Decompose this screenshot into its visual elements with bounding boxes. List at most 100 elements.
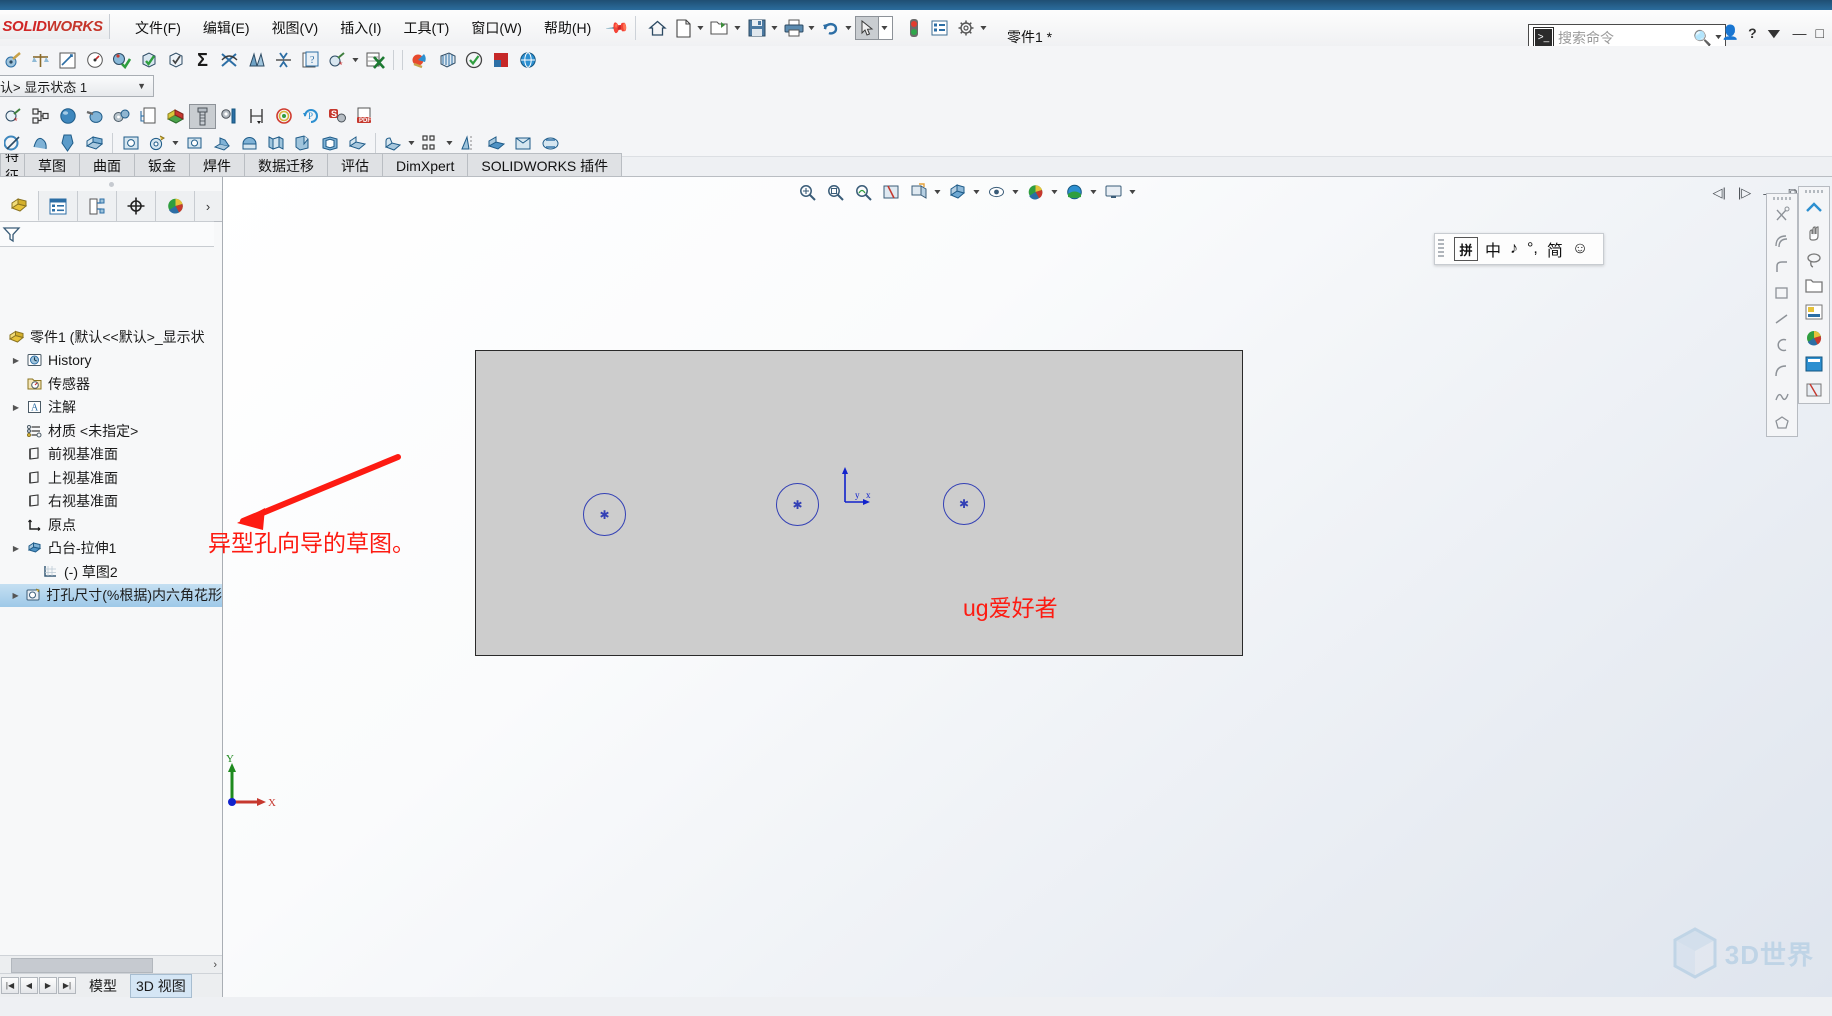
reference-geometry-icon[interactable] [483, 131, 510, 156]
new-document-icon[interactable] [670, 15, 696, 41]
tree-item-history[interactable]: ▶ History [0, 349, 222, 373]
collapse-icon[interactable] [1800, 195, 1828, 221]
graphics-area[interactable]: ▼ ▼ ▼ ▼ ▼ ▼ ◁| |▷ — [208, 177, 1832, 997]
tree-item-sensors[interactable]: 传感器 [0, 372, 222, 396]
photoview-icon[interactable]: P [297, 104, 324, 129]
chevron-down-icon[interactable]: ▼ [806, 25, 816, 32]
chevron-down-icon[interactable]: ▼ [444, 140, 454, 147]
pdf-export-icon[interactable]: PDF [351, 104, 378, 129]
deviation-analysis-icon[interactable] [216, 48, 243, 73]
thickness-analysis-icon[interactable] [270, 48, 297, 73]
chevron-down-icon[interactable]: ▼ [1088, 189, 1098, 196]
bottom-tab-3dview[interactable]: 3D 视图 [130, 973, 192, 998]
rebuild-status-icon[interactable] [901, 15, 927, 41]
chevron-right-icon[interactable]: › [195, 191, 221, 221]
scene-icon[interactable] [1061, 179, 1089, 205]
settings-gear-icon[interactable] [953, 15, 979, 41]
hole-wizard-icon[interactable] [189, 103, 216, 129]
tree-horizontal-scrollbar[interactable]: › [0, 955, 222, 974]
panel-tab-display-manager[interactable] [156, 191, 195, 221]
sum-symbol-icon[interactable]: Σ [189, 48, 216, 73]
fillet-icon[interactable] [380, 131, 407, 156]
sphere-icon[interactable] [54, 104, 81, 129]
help-question-icon[interactable]: ? [1748, 25, 1757, 41]
swept-boss-icon[interactable] [0, 131, 27, 156]
wrap-icon[interactable] [344, 131, 371, 156]
chevron-down-icon[interactable]: ▼ [1010, 189, 1020, 196]
expand-arrow-icon[interactable]: ▶ [8, 403, 24, 412]
restore-left-icon[interactable]: ◁| [1713, 185, 1726, 201]
ime-simplified-icon[interactable]: 简 [1547, 237, 1563, 261]
chevron-down-icon[interactable]: ▼ [137, 81, 146, 91]
extruded-cut-icon[interactable] [81, 131, 108, 156]
zoom-to-area-icon[interactable] [821, 179, 849, 205]
tab-data-migration[interactable]: 数据迁移 [244, 153, 328, 177]
tree-item-part[interactable]: 零件1 (默认<<默认>_显示状 [0, 325, 222, 349]
chevron-down-icon[interactable]: ▼ [406, 140, 416, 147]
display-state-icon[interactable] [1800, 351, 1828, 377]
first-icon[interactable]: |◀ [1, 977, 19, 994]
lofted-cut-icon[interactable] [209, 131, 236, 156]
tab-sketch[interactable]: 草图 [24, 153, 80, 177]
compare-documents-icon[interactable]: * [324, 48, 351, 73]
chevron-down-icon[interactable]: ▼ [1127, 189, 1137, 196]
next-icon[interactable]: ▶ [39, 977, 57, 994]
sensor-icon[interactable] [81, 48, 108, 73]
select-dropdown-icon[interactable]: ▼ [878, 16, 893, 40]
chevron-down-icon[interactable]: ▼ [1049, 189, 1059, 196]
tab-weldments[interactable]: 焊件 [189, 153, 245, 177]
polygon-icon[interactable] [1768, 410, 1796, 436]
last-icon[interactable]: ▶| [58, 977, 76, 994]
assembly-layout-icon[interactable] [27, 104, 54, 129]
hole-1[interactable]: ✱ [583, 493, 626, 536]
chevron-down-icon[interactable]: ▼ [843, 25, 853, 32]
tab-solidworks-addins[interactable]: SOLIDWORKS 插件 [467, 153, 623, 177]
toolbox-icon[interactable] [216, 104, 243, 129]
chevron-down-icon[interactable]: ▼ [932, 189, 942, 196]
realview-icon[interactable] [407, 48, 434, 73]
revolved-cut-icon[interactable] [144, 131, 171, 156]
panel-tab-property-manager[interactable] [39, 191, 78, 221]
user-account-icon[interactable]: 👤 [1722, 24, 1739, 41]
tab-dimxpert[interactable]: DimXpert [382, 153, 469, 177]
tree-item-sketch2[interactable]: (-) 草图2 [0, 560, 222, 584]
linear-pattern-icon[interactable] [418, 131, 445, 156]
previous-icon[interactable]: ◀ [20, 977, 38, 994]
tree-item-front-plane[interactable]: 前视基准面 [0, 443, 222, 467]
appearance-sphere-icon[interactable] [1800, 325, 1828, 351]
appearances-icon[interactable] [1022, 179, 1050, 205]
lofted-boss-icon[interactable] [27, 131, 54, 156]
paint-appearance-icon[interactable] [81, 104, 108, 129]
view-settings-icon[interactable] [1100, 179, 1128, 205]
hole-wizard-2-icon[interactable] [117, 131, 144, 156]
minimize-icon[interactable]: — [1793, 25, 1807, 41]
swept-cut-icon[interactable] [182, 131, 209, 156]
magnifier-icon[interactable]: 🔍 [1693, 29, 1712, 47]
draft-analysis-icon[interactable] [243, 48, 270, 73]
display-style-icon[interactable] [944, 179, 972, 205]
restore-right-icon[interactable]: |▷ [1738, 185, 1751, 201]
ime-sound-icon[interactable]: ♪ [1510, 240, 1518, 258]
chevron-down-icon[interactable]: ▼ [350, 57, 360, 64]
chevron-down-icon[interactable]: ▼ [971, 189, 981, 196]
panel-tab-dimxpert-manager[interactable] [117, 191, 156, 221]
tree-item-material[interactable]: 材质 <未指定> [0, 419, 222, 443]
circle-icon[interactable] [1768, 332, 1796, 358]
dome-icon[interactable] [236, 131, 263, 156]
tree-item-right-plane[interactable]: 右视基准面 [0, 490, 222, 514]
instant3d-icon[interactable] [537, 131, 564, 156]
toolbar-grip[interactable] [1767, 194, 1797, 202]
panel-grip[interactable] [0, 177, 222, 191]
ime-chinese-mode-icon[interactable]: 中 [1485, 237, 1501, 261]
hole-2[interactable]: ✱ [776, 483, 819, 526]
hand-pan-icon[interactable] [1800, 221, 1828, 247]
gear-motion-icon[interactable] [108, 104, 135, 129]
colormap-icon[interactable] [162, 104, 189, 129]
menu-file[interactable]: 文件(F) [124, 14, 192, 42]
open-folder-icon[interactable] [707, 15, 733, 41]
chevron-down-icon[interactable]: ▼ [732, 25, 742, 32]
ime-punctuation-icon[interactable]: °, [1527, 240, 1538, 258]
boundary-boss-icon[interactable] [54, 131, 81, 156]
lasso-icon[interactable] [1800, 247, 1828, 273]
ime-drag-handle[interactable] [1438, 239, 1444, 259]
